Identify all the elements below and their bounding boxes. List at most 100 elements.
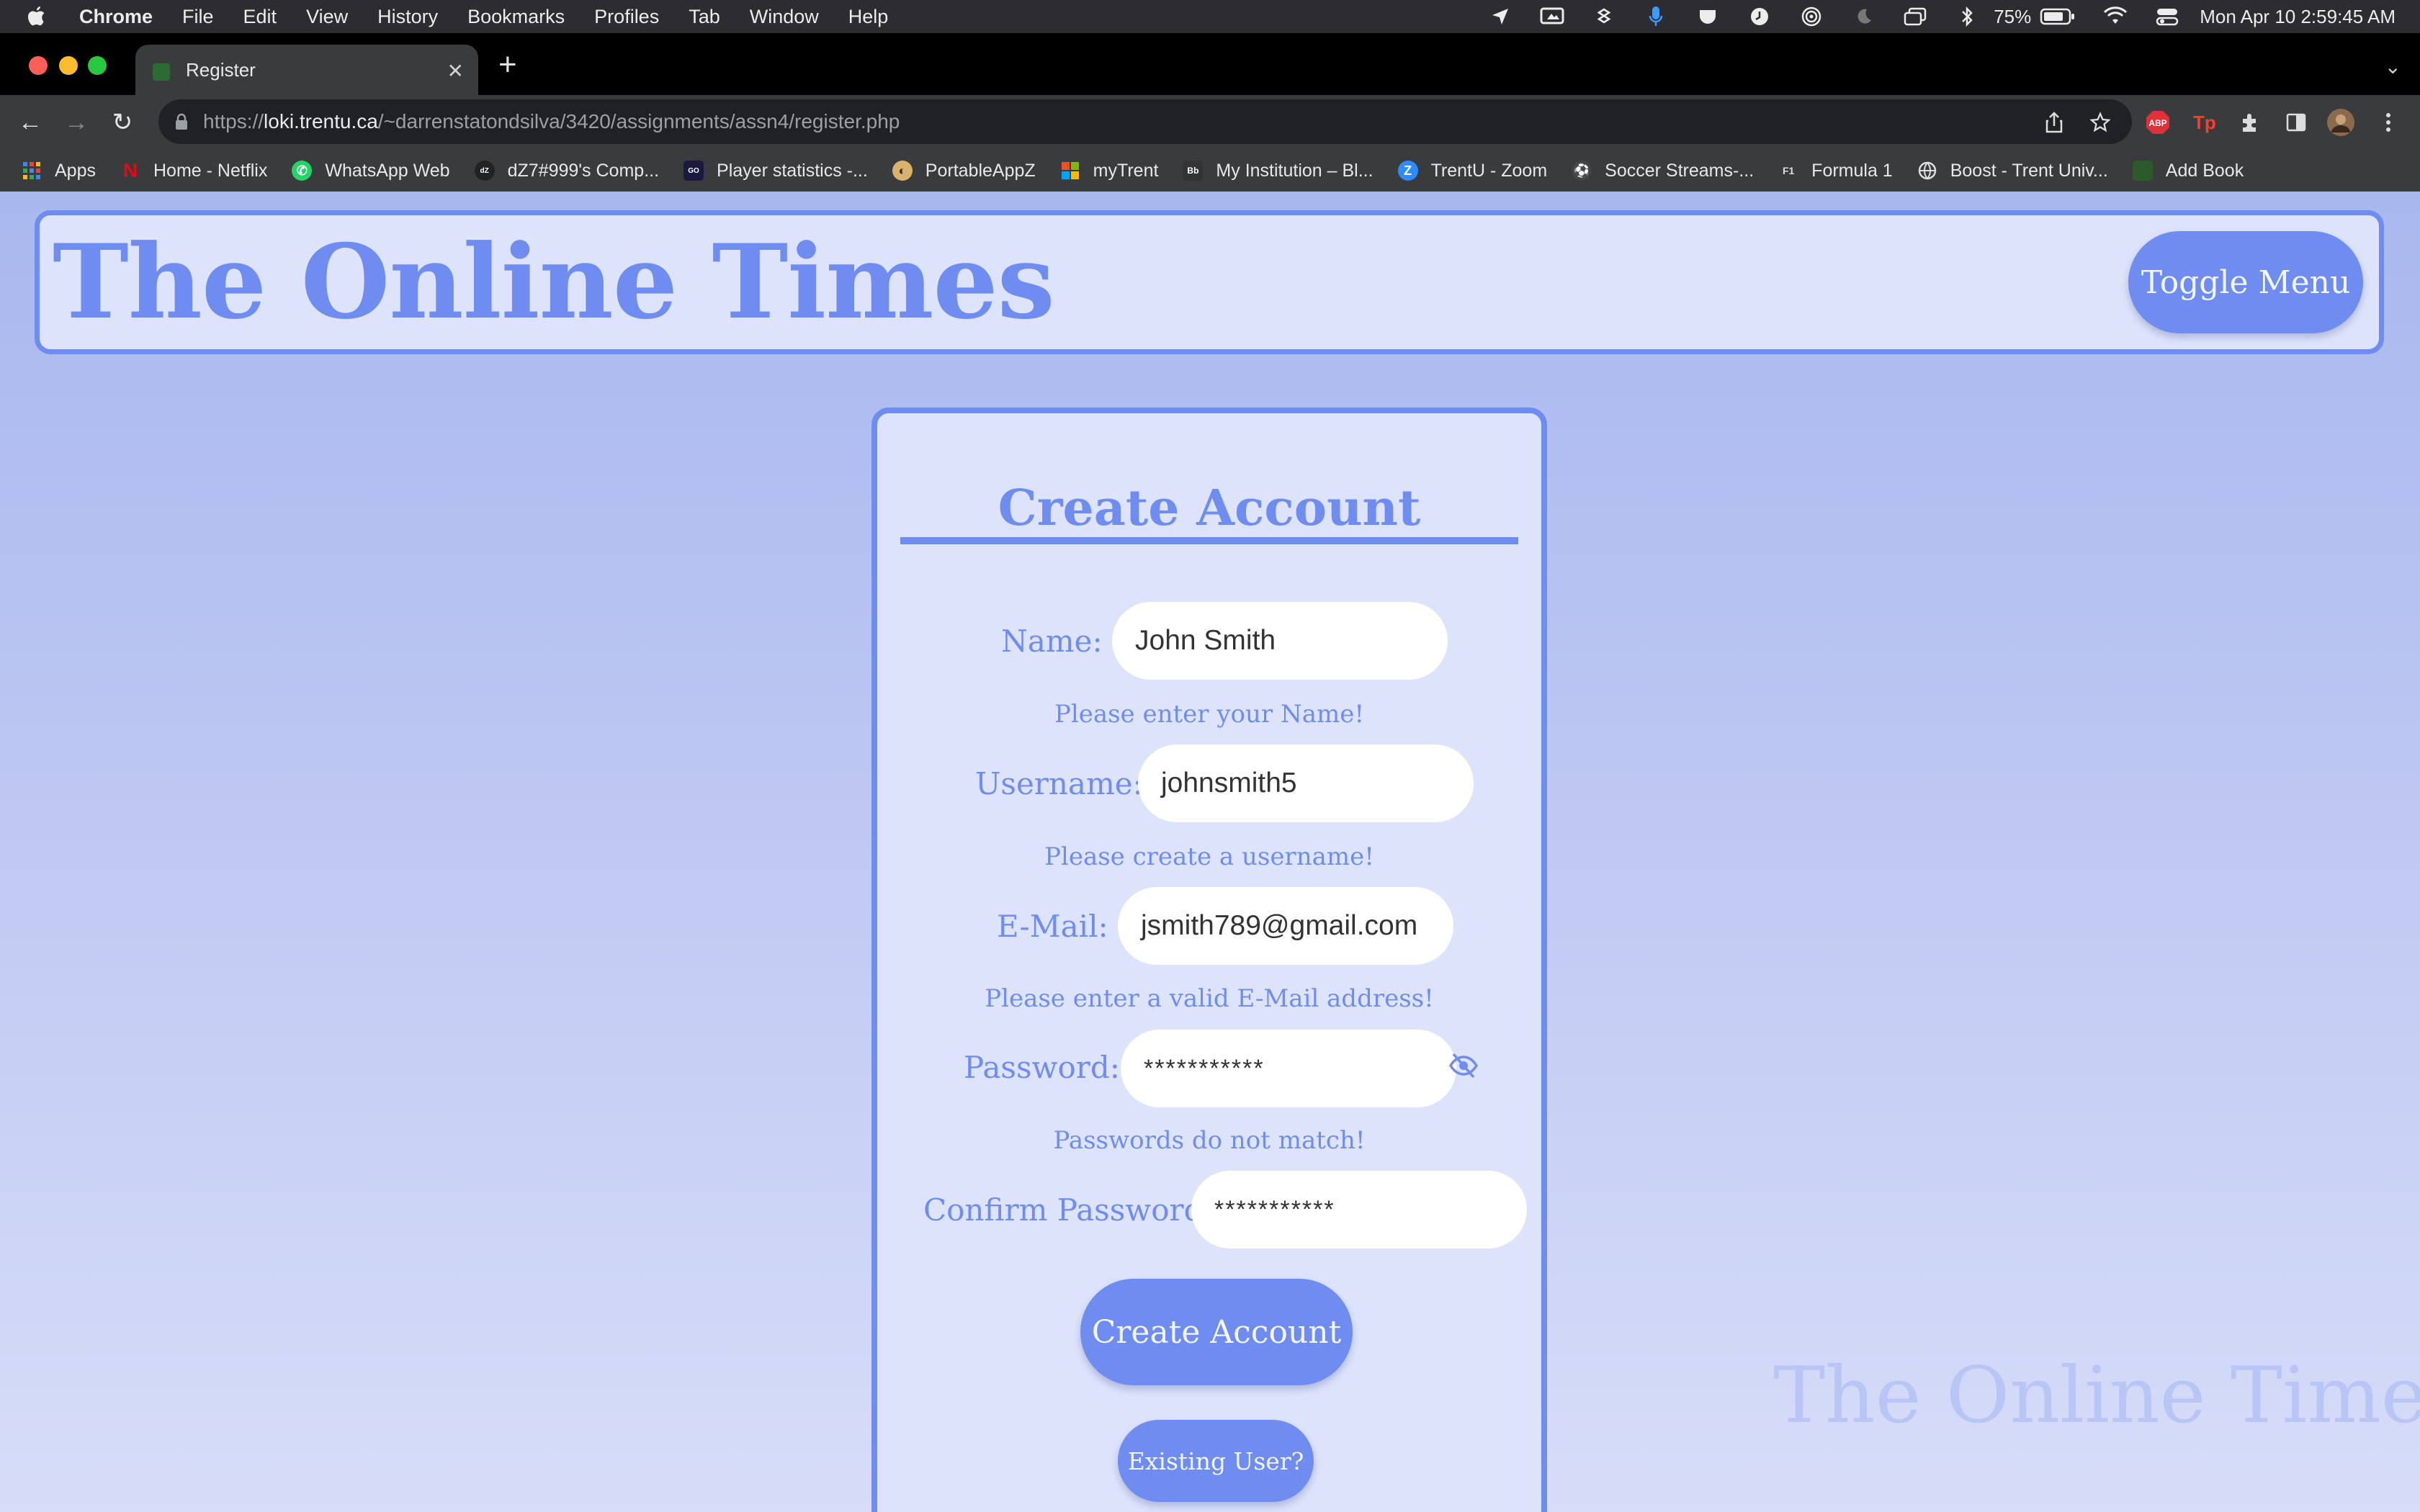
bookmark-label: dZ7#999's Comp... [507, 160, 660, 181]
menu-profiles[interactable]: Profiles [594, 6, 659, 28]
globe-icon [1917, 161, 1937, 181]
existing-user-button[interactable]: Existing User? [1118, 1420, 1314, 1502]
whatsapp-icon: ✆ [292, 161, 313, 181]
bookmark-label: Player statistics -... [717, 160, 868, 181]
profile-avatar[interactable] [2326, 108, 2355, 137]
menu-file[interactable]: File [182, 6, 214, 28]
microsoft-icon [1060, 161, 1080, 181]
wifi-icon[interactable] [2103, 6, 2128, 27]
side-panel-icon[interactable] [2282, 108, 2311, 137]
name-label: Name: [1001, 624, 1103, 659]
dropbox-icon[interactable] [1592, 6, 1616, 27]
bookmark-boost[interactable]: Boost - Trent Univ... [1917, 161, 2108, 181]
bookmark-label: TrentU - Zoom [1430, 160, 1548, 181]
tab-register[interactable]: Register ✕ [135, 45, 478, 95]
tp-extension-icon[interactable]: Tp [2190, 108, 2218, 137]
reload-icon[interactable]: ↻ [108, 108, 137, 137]
password-hint: Passwords do not match! [1053, 1126, 1366, 1155]
bookmark-zoom[interactable]: Z TrentU - Zoom [1397, 160, 1548, 181]
location-arrow-icon[interactable] [1488, 6, 1512, 27]
tab-title: Register [186, 58, 256, 81]
lock-icon[interactable] [174, 112, 189, 130]
macos-menubar: Chrome File Edit View History Bookmarks … [0, 0, 2420, 33]
toggle-menu-button[interactable]: Toggle Menu [2128, 231, 2363, 333]
url-host: loki.trentu.ca [264, 110, 378, 132]
bookmark-my-institution[interactable]: Bb My Institution – Bl... [1183, 161, 1373, 181]
create-account-button[interactable]: Create Account [1080, 1279, 1353, 1385]
bookmark-apps[interactable]: Apps [22, 161, 96, 181]
forward-arrow-icon[interactable]: → [62, 108, 91, 137]
bookmark-mytrent[interactable]: myTrent [1060, 161, 1158, 181]
screen-mirror-icon[interactable] [1540, 6, 1564, 27]
bookmark-netflix[interactable]: N Home - Netflix [120, 159, 268, 181]
bookmark-label: Add Book [2165, 160, 2244, 181]
bookmark-label: PortableAppZ [925, 160, 1036, 181]
menu-window[interactable]: Window [750, 6, 819, 28]
back-arrow-icon[interactable]: ← [16, 108, 45, 137]
battery-percent: 75% [1994, 5, 2032, 27]
new-tab-icon[interactable]: + [498, 49, 517, 81]
tab-favicon-icon [153, 63, 170, 81]
close-tab-icon[interactable]: ✕ [447, 59, 464, 83]
title-divider [900, 537, 1518, 544]
menu-history[interactable]: History [377, 6, 438, 28]
microphone-icon[interactable] [1644, 6, 1668, 27]
bookmark-whatsapp[interactable]: ✆ WhatsApp Web [292, 160, 450, 181]
bookmark-label: Soccer Streams-... [1605, 160, 1754, 181]
tab-search-chevron-icon[interactable]: ⌄ [2385, 55, 2401, 78]
portableappz-icon: ◐ [892, 161, 913, 181]
zoom-icon: Z [1397, 161, 1418, 181]
apps-grid-icon [22, 161, 42, 181]
adblock-icon[interactable]: ABP [2143, 108, 2172, 137]
control-center-icon[interactable] [2155, 6, 2179, 27]
menu-edit[interactable]: Edit [243, 6, 277, 28]
bookmark-player-stats[interactable]: GO Player statistics -... [684, 161, 868, 181]
site-title[interactable]: The Online Times [53, 222, 1055, 342]
bluetooth-icon[interactable] [1955, 6, 1979, 27]
email-field[interactable]: jsmith789@gmail.com [1118, 887, 1453, 965]
svg-text:Tp: Tp [2193, 112, 2216, 133]
menubar-clock[interactable]: Mon Apr 10 2:59:45 AM [2200, 6, 2396, 28]
f1-icon: F1 [1783, 165, 1795, 176]
window-stack-icon[interactable] [1903, 6, 1927, 27]
address-bar[interactable]: https://loki.trentu.ca/~darrenstatondsil… [158, 99, 2132, 144]
close-window-button[interactable] [29, 56, 48, 75]
confirm-password-field[interactable]: *********** [1191, 1171, 1527, 1248]
password-label: Password: [964, 1050, 1120, 1085]
name-field[interactable]: John Smith [1112, 602, 1448, 680]
bookmark-label: Formula 1 [1811, 160, 1893, 181]
battery-icon[interactable] [2040, 6, 2076, 27]
chrome-menu-icon[interactable] [2374, 108, 2403, 137]
extensions-puzzle-icon[interactable] [2236, 108, 2264, 137]
moon-icon[interactable] [1851, 6, 1876, 27]
airdrop-icon[interactable] [1799, 6, 1824, 27]
maximize-window-button[interactable] [88, 56, 107, 75]
netflix-icon: N [122, 159, 138, 181]
site-header: The Online Times Toggle Menu [35, 210, 2384, 354]
bookmark-dz7[interactable]: dZ dZ7#999's Comp... [474, 160, 660, 181]
site-icon: GO [684, 161, 704, 181]
username-field[interactable]: johnsmith5 [1138, 744, 1474, 822]
menu-app-name[interactable]: Chrome [79, 6, 153, 28]
bookmark-star-icon[interactable] [2086, 108, 2115, 137]
share-icon[interactable] [2040, 108, 2069, 137]
password-field[interactable]: *********** [1121, 1030, 1456, 1107]
bookmark-label: Boost - Trent Univ... [1950, 160, 2108, 181]
bookmark-label: WhatsApp Web [325, 160, 450, 181]
bookmark-soccer-streams[interactable]: ⚽ Soccer Streams-... [1572, 161, 1754, 181]
bookmark-add-book[interactable]: Add Book [2132, 160, 2244, 181]
bookmark-portableappz[interactable]: ◐ PortableAppZ [892, 161, 1036, 181]
minimize-window-button[interactable] [59, 56, 78, 75]
menu-bookmarks[interactable]: Bookmarks [467, 6, 565, 28]
menu-help[interactable]: Help [848, 6, 889, 28]
menu-tab[interactable]: Tab [689, 6, 720, 28]
apple-icon[interactable] [26, 6, 48, 27]
bookmark-label: Apps [55, 160, 96, 181]
tab-strip: Register ✕ + ⌄ [0, 33, 2420, 95]
clock-icon[interactable] [1747, 6, 1772, 27]
eye-slash-icon[interactable] [1448, 1051, 1479, 1080]
bookmark-formula1[interactable]: F1 Formula 1 [1778, 161, 1893, 181]
menu-view[interactable]: View [306, 6, 348, 28]
teams-icon[interactable] [1695, 6, 1720, 27]
leaf-icon [2132, 161, 2153, 181]
